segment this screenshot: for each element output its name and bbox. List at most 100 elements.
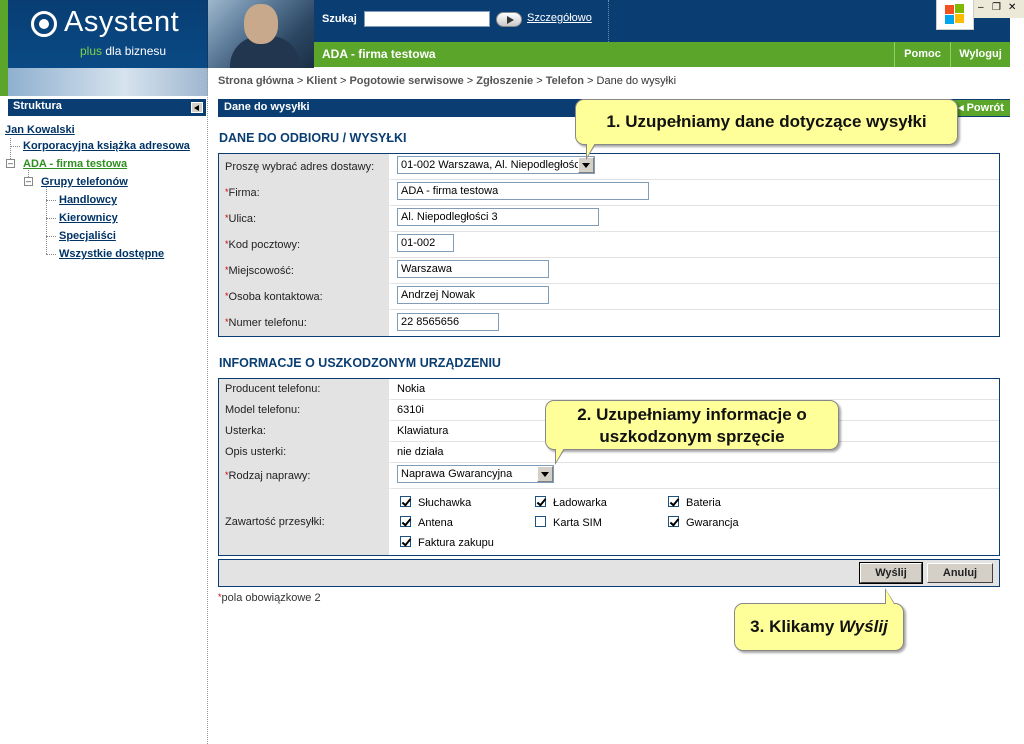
contact-label-text: Osoba kontaktowa: — [228, 290, 323, 303]
checkbox-label: Bateria — [686, 497, 721, 509]
breadcrumb-current: Dane do wysyłki — [596, 75, 677, 87]
street-label: *Ulica: — [219, 206, 391, 232]
phone-input[interactable]: 22 8565656 — [397, 312, 499, 331]
required-note-text: pola obowiązkowe 2 — [221, 592, 321, 604]
company-label: *Firma: — [219, 180, 391, 206]
send-button[interactable]: Wyślij — [859, 562, 923, 584]
back-label: Powrót — [966, 102, 1004, 114]
sidebar-item-specialists[interactable]: Specjaliści — [59, 230, 116, 242]
chevron-down-icon[interactable] — [537, 466, 553, 482]
city-label-text: Miejscowość: — [228, 264, 294, 277]
producer-label: Producent telefonu: — [219, 379, 391, 400]
checkbox-box[interactable] — [400, 516, 411, 527]
description-label: Opis usterki: — [219, 442, 391, 463]
sidebar-item-sales[interactable]: Handlowcy — [59, 194, 117, 206]
phone-label-text: Numer telefonu: — [228, 317, 307, 329]
logout-link[interactable]: Wyloguj — [950, 42, 1010, 67]
top-bar-separator — [608, 0, 609, 42]
callout-step-3: 3. Klikamy Wyślij — [734, 603, 904, 651]
zip-input[interactable]: 01-002 — [397, 234, 454, 252]
checkbox-box[interactable] — [535, 496, 546, 507]
breadcrumb-phone[interactable]: Telefon — [546, 75, 584, 87]
checkbox-box[interactable] — [535, 516, 546, 527]
tagline-rest: dla biznesu — [102, 44, 167, 58]
cancel-button[interactable]: Anuluj — [927, 563, 993, 583]
street-input[interactable]: Al. Niepodległości 3 — [397, 208, 599, 226]
logo-stripe — [0, 0, 8, 68]
checkbox-sim-card[interactable]: Karta SIM — [535, 516, 602, 529]
checkbox-label: Ładowarka — [553, 497, 607, 509]
callout-step-2-line-2: uszkodzonym sprzęcie — [599, 427, 785, 446]
address-select[interactable]: 01-002 Warszawa, Al. Niepodległości 3 — [397, 156, 595, 174]
tree-line — [10, 146, 20, 147]
contact-label: *Osoba kontaktowa: — [219, 284, 391, 310]
repair-type-label: *Rodzaj naprawy: — [219, 463, 391, 489]
checkbox-handset[interactable]: Słuchawka — [400, 496, 471, 509]
flag-green-icon — [955, 4, 964, 13]
back-link[interactable]: ◂ Powrót — [954, 100, 1010, 116]
flag-blue-icon — [945, 15, 954, 24]
breadcrumb-separator: > — [336, 75, 350, 87]
header-photo — [208, 0, 314, 68]
company-input[interactable]: ADA - firma testowa — [397, 182, 649, 200]
checkbox-battery[interactable]: Bateria — [668, 496, 721, 509]
sidebar-item-phone-groups[interactable]: Grupy telefonów — [41, 176, 128, 188]
street-label-text: Ulica: — [228, 212, 257, 225]
breadcrumb: Strona główna > Klient > Pogotowie serwi… — [218, 75, 676, 87]
tree-line — [46, 236, 56, 237]
search-label: Szukaj — [322, 13, 357, 25]
address-label: Proszę wybrać adres dostawy: — [219, 154, 391, 180]
breadcrumb-client[interactable]: Klient — [306, 75, 337, 87]
breadcrumb-ticket[interactable]: Zgłoszenie — [476, 75, 533, 87]
checkbox-box[interactable] — [668, 496, 679, 507]
city-input[interactable]: Warszawa — [397, 260, 549, 278]
callout-pointer — [556, 448, 564, 462]
checkbox-box[interactable] — [400, 496, 411, 507]
company-label-text: Firma: — [228, 186, 260, 199]
tree-collapse-icon[interactable]: – — [6, 159, 15, 168]
restore-icon[interactable]: ❐ — [992, 2, 1001, 13]
breadcrumb-separator: > — [293, 75, 307, 87]
sidebar-item-company[interactable]: ADA - firma testowa — [23, 158, 127, 170]
close-icon[interactable]: ✕ — [1008, 2, 1016, 13]
breadcrumb-separator: > — [533, 75, 546, 87]
advanced-search-link[interactable]: Szczegółowo — [527, 12, 592, 24]
contents-label: Zawartość przesyłki: — [219, 489, 391, 555]
sidebar-item-all[interactable]: Wszystkie dostępne — [59, 248, 164, 260]
checkbox-box[interactable] — [668, 516, 679, 527]
checkbox-label: Gwarancja — [686, 517, 739, 529]
sidebar-divider — [207, 68, 208, 744]
tree-line — [46, 218, 56, 219]
callout-step-2-line-1: 2. Uzupełniamy informacje o — [577, 405, 807, 424]
sidebar-item-address-book[interactable]: Korporacyjna książka adresowa — [23, 140, 190, 152]
search-go-button[interactable] — [496, 12, 522, 27]
model-label: Model telefonu: — [219, 400, 391, 421]
contact-input[interactable]: Andrzej Nowak — [397, 286, 549, 304]
callout-pointer — [886, 590, 894, 604]
tree-line — [46, 254, 56, 255]
sidebar-item-managers[interactable]: Kierownicy — [59, 212, 118, 224]
breadcrumb-service[interactable]: Pogotowie serwisowe — [349, 75, 463, 87]
windows-flag-icon — [936, 0, 974, 30]
sidebar-banner — [0, 68, 208, 96]
checkbox-antenna[interactable]: Antena — [400, 516, 453, 529]
collapse-sidebar-icon[interactable] — [191, 102, 203, 113]
tree-collapse-icon[interactable]: – — [24, 177, 33, 186]
repair-type-label-text: Rodzaj naprawy: — [228, 469, 311, 482]
checkbox-charger[interactable]: Ładowarka — [535, 496, 607, 509]
sidebar-item-jan-kowalski[interactable]: Jan Kowalski — [5, 124, 75, 136]
breadcrumb-home[interactable]: Strona główna — [218, 75, 294, 87]
app-logo: Asystent plus dla biznesu — [0, 0, 208, 68]
zip-label: *Kod pocztowy: — [219, 232, 391, 258]
shipping-form: Proszę wybrać adres dostawy: 01-002 Wars… — [218, 153, 1000, 337]
minimize-icon[interactable]: – — [978, 2, 984, 13]
repair-type-select[interactable]: Naprawa Gwarancyjna — [397, 465, 554, 483]
checkbox-label: Antena — [418, 517, 453, 529]
help-link[interactable]: Pomoc — [894, 42, 950, 67]
checkbox-box[interactable] — [400, 536, 411, 547]
checkbox-invoice[interactable]: Faktura zakupu — [400, 536, 494, 549]
checkbox-warranty[interactable]: Gwarancja — [668, 516, 739, 529]
checkbox-label: Karta SIM — [553, 517, 602, 529]
search-input[interactable] — [364, 11, 490, 27]
brand-name: Asystent — [64, 6, 180, 38]
